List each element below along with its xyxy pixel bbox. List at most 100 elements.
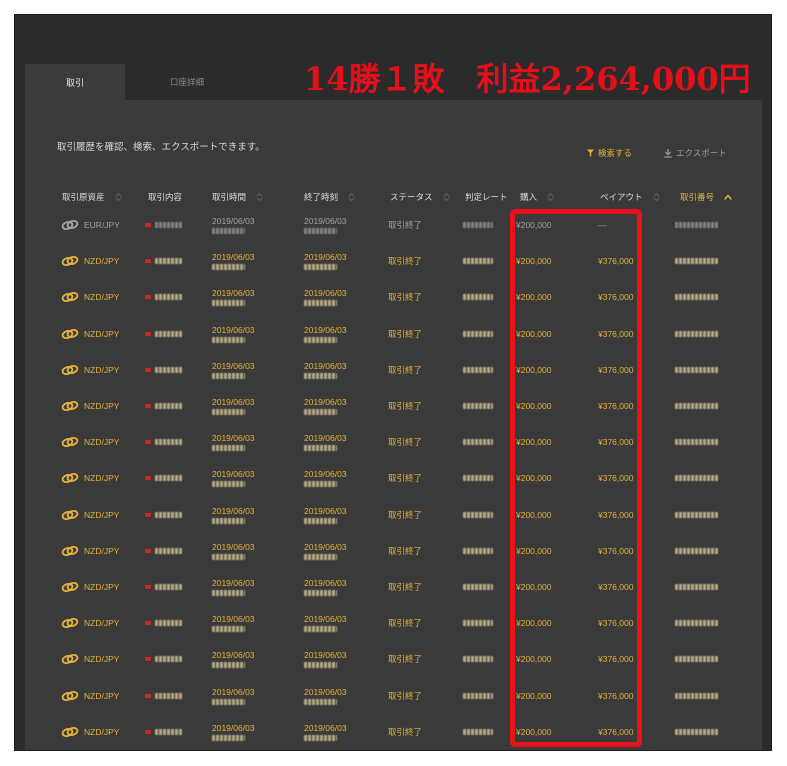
close-date: 2019/06/03 bbox=[304, 578, 347, 589]
table-row[interactable]: NZD/JPY 2019/06/03 2019/06/03 取引終了 ¥200,000 ¥… bbox=[25, 352, 762, 388]
redacted-time bbox=[212, 409, 245, 416]
close-time-cell: 2019/06/03 bbox=[304, 497, 347, 533]
download-icon bbox=[664, 148, 672, 158]
trade-content-cell bbox=[145, 569, 183, 605]
table-row[interactable]: NZD/JPY 2019/06/03 2019/06/03 取引終了 ¥200,000 ¥… bbox=[25, 316, 762, 352]
table-row[interactable]: NZD/JPY 2019/06/03 2019/06/03 取引終了 ¥200,000 ¥… bbox=[25, 279, 762, 315]
table-row[interactable]: NZD/JPY 2019/06/03 2019/06/03 取引終了 ¥200,000 ¥… bbox=[25, 388, 762, 424]
column-header-label: 取引原資産 bbox=[62, 192, 105, 202]
sort-icon[interactable] bbox=[256, 192, 263, 202]
redacted-time bbox=[212, 662, 245, 669]
redacted-value bbox=[675, 692, 719, 699]
direction-mark bbox=[145, 295, 151, 300]
asset-name: NZD/JPY bbox=[84, 328, 120, 339]
table-row[interactable]: NZD/JPY 2019/06/03 2019/06/03 取引終了 ¥200,000 ¥… bbox=[25, 714, 762, 750]
column-header-label: 判定レート bbox=[465, 192, 508, 202]
sort-icon[interactable] bbox=[114, 192, 122, 202]
status-cell: 取引終了 bbox=[388, 569, 422, 605]
redacted-time bbox=[212, 445, 245, 452]
table-row[interactable]: NZD/JPY 2019/06/03 2019/06/03 取引終了 ¥200,000 ¥… bbox=[25, 641, 762, 677]
redacted-value bbox=[675, 656, 719, 663]
asset-name: NZD/JPY bbox=[84, 292, 120, 303]
table-row[interactable]: NZD/JPY 2019/06/03 2019/06/03 取引終了 ¥200,000 ¥… bbox=[25, 605, 762, 641]
redacted-time bbox=[212, 734, 245, 741]
trade-content-cell bbox=[145, 641, 183, 677]
redacted-value bbox=[155, 294, 183, 301]
redacted-time bbox=[304, 698, 337, 705]
close-date: 2019/06/03 bbox=[304, 722, 347, 733]
redacted-time bbox=[304, 481, 337, 488]
trade-content-cell bbox=[145, 714, 183, 750]
asset-name: NZD/JPY bbox=[84, 473, 120, 484]
asset-cell: NZD/JPY bbox=[61, 533, 119, 569]
sort-icon[interactable] bbox=[652, 192, 660, 202]
sort-icon[interactable] bbox=[442, 192, 450, 202]
tab-trades[interactable]: 取引 bbox=[25, 64, 125, 100]
asset-name: NZD/JPY bbox=[84, 401, 120, 412]
direction-mark bbox=[145, 512, 151, 517]
purchase-cell: ¥200,000 bbox=[516, 605, 551, 641]
column-header-status[interactable]: ステータス bbox=[390, 188, 450, 206]
currency-pair-icon bbox=[61, 328, 79, 340]
sort-icon[interactable] bbox=[348, 192, 355, 202]
redacted-time bbox=[304, 300, 337, 307]
tab-account-details[interactable]: 口座詳細 bbox=[137, 64, 237, 100]
redacted-time bbox=[212, 336, 245, 343]
payout-cell: ¥376,000 bbox=[598, 424, 633, 460]
sort-icon[interactable] bbox=[547, 192, 554, 202]
table-row[interactable]: NZD/JPY 2019/06/03 2019/06/03 取引終了 ¥200,000 ¥… bbox=[25, 460, 762, 496]
close-date: 2019/06/03 bbox=[304, 686, 347, 697]
column-header-label: ペイアウト bbox=[600, 192, 643, 202]
table-row[interactable]: NZD/JPY 2019/06/03 2019/06/03 取引終了 ¥200,000 ¥… bbox=[25, 678, 762, 714]
redacted-time bbox=[304, 590, 337, 597]
table-row[interactable]: NZD/JPY 2019/06/03 2019/06/03 取引終了 ¥200,000 ¥… bbox=[25, 424, 762, 460]
sort-asc-icon[interactable] bbox=[724, 194, 732, 200]
payout-amount: ¥376,000 bbox=[598, 654, 634, 665]
direction-mark bbox=[145, 404, 151, 409]
payout-amount: ¥376,000 bbox=[598, 328, 634, 339]
redacted-value bbox=[675, 620, 719, 627]
redacted-value bbox=[463, 222, 493, 229]
direction-mark bbox=[145, 729, 151, 734]
redacted-value bbox=[675, 511, 719, 518]
table-row[interactable]: NZD/JPY 2019/06/03 2019/06/03 取引終了 ¥200,000 ¥… bbox=[25, 533, 762, 569]
search-button[interactable]: 検索する bbox=[587, 147, 632, 159]
redacted-time bbox=[304, 409, 337, 416]
asset-cell: NZD/JPY bbox=[61, 460, 119, 496]
redacted-value bbox=[155, 330, 183, 337]
status-text: 取引終了 bbox=[388, 618, 423, 629]
purchase-amount: ¥200,000 bbox=[516, 437, 552, 448]
export-button[interactable]: エクスポート bbox=[664, 147, 727, 159]
column-header-payout[interactable]: ペイアウト bbox=[600, 188, 660, 206]
rate-cell bbox=[463, 424, 493, 460]
status-cell: 取引終了 bbox=[388, 641, 422, 677]
redacted-value bbox=[463, 294, 493, 301]
page-description: 取引履歴を確認、検索、エクスポートできます。 bbox=[57, 142, 265, 153]
table-row[interactable]: NZD/JPY 2019/06/03 2019/06/03 取引終了 ¥200,000 ¥… bbox=[25, 243, 762, 279]
purchase-amount: ¥200,000 bbox=[516, 220, 552, 231]
asset-cell: NZD/JPY bbox=[61, 388, 119, 424]
table-row[interactable]: NZD/JPY 2019/06/03 2019/06/03 取引終了 ¥200,000 ¥… bbox=[25, 497, 762, 533]
column-header-asset[interactable]: 取引原資産 bbox=[62, 188, 122, 206]
trade-content-cell bbox=[145, 207, 183, 243]
column-header-open-time[interactable]: 取引時間 bbox=[212, 188, 263, 206]
column-header-close-time[interactable]: 終了時刻 bbox=[304, 188, 355, 206]
table-row[interactable]: NZD/JPY 2019/06/03 2019/06/03 取引終了 ¥200,000 ¥… bbox=[25, 569, 762, 605]
column-header-trade-id[interactable]: 取引番号 bbox=[680, 188, 732, 206]
purchase-cell: ¥200,000 bbox=[516, 316, 551, 352]
close-time-cell: 2019/06/03 bbox=[304, 714, 347, 750]
close-time-cell: 2019/06/03 bbox=[304, 641, 347, 677]
open-date: 2019/06/03 bbox=[212, 722, 255, 733]
tab-label: 取引 bbox=[65, 77, 84, 88]
table-row[interactable]: EUR/JPY 2019/06/03 2019/06/03 取引終了 ¥200,000 — bbox=[25, 207, 762, 243]
column-header-purchase[interactable]: 購入 bbox=[520, 188, 554, 206]
payout-amount: ¥376,000 bbox=[598, 582, 634, 593]
redacted-value bbox=[675, 584, 719, 591]
open-time-cell: 2019/06/03 bbox=[212, 641, 255, 677]
purchase-amount: ¥200,000 bbox=[516, 328, 552, 339]
asset-cell: EUR/JPY bbox=[61, 207, 120, 243]
close-time-cell: 2019/06/03 bbox=[304, 279, 347, 315]
rate-cell bbox=[463, 533, 493, 569]
asset-name: NZD/JPY bbox=[84, 618, 120, 629]
redacted-value bbox=[463, 584, 493, 591]
